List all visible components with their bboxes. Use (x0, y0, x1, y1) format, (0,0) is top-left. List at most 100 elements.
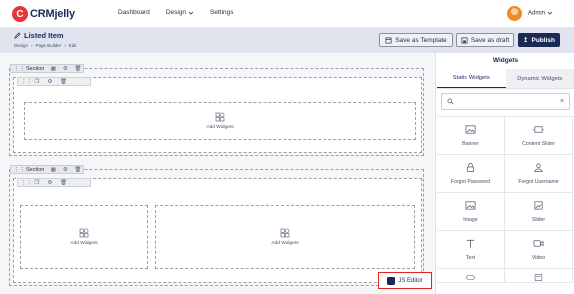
video-icon (533, 240, 544, 247)
widget-tile[interactable] (437, 269, 505, 283)
text-icon (466, 239, 475, 248)
row-block[interactable]: ⋮⋮ ❐ ⚙ 🗑 Add Widgets Add Widgets (13, 178, 422, 283)
nav-design[interactable]: Design (166, 9, 194, 16)
logo-text-part2: jelly (54, 8, 75, 20)
layout-icon[interactable]: ▦ (50, 66, 56, 72)
column-dropzone[interactable]: Add Widgets (20, 205, 148, 269)
widget-tile[interactable]: Content Slider (505, 117, 573, 155)
avatar[interactable] (507, 6, 522, 21)
layout-icon[interactable]: ▦ (50, 167, 56, 173)
logo-text: CRMjelly (30, 8, 75, 20)
drag-handle-icon[interactable]: ⋮⋮ (14, 66, 25, 72)
widget-tile[interactable]: Image (437, 193, 505, 231)
publish-button[interactable]: ↥ Publish (518, 33, 560, 47)
js-editor-button[interactable]: JS Editor (378, 272, 432, 289)
slider-icon (533, 126, 544, 133)
widget-tile[interactable]: Banner (437, 117, 505, 155)
tab-dynamic-widgets[interactable]: Dynamic Widgets (505, 69, 574, 88)
chevron-down-icon (188, 11, 194, 15)
widget-tile[interactable]: Video (505, 231, 573, 269)
nav-dashboard[interactable]: Dashboard (118, 9, 150, 16)
widgets-tabs: Static Widgets Dynamic Widgets (437, 69, 574, 89)
widget-tile[interactable]: Slider (505, 193, 573, 231)
drag-handle-icon[interactable]: ⋮⋮ (21, 180, 32, 186)
column-dropzone[interactable]: Add Widgets (24, 102, 416, 140)
breadcrumb: Design › Page Builder › Edit (14, 43, 77, 48)
copy-icon[interactable]: ❐ (34, 180, 40, 186)
top-navbar: C CRMjelly Dashboard Design Settings Adm… (0, 0, 574, 28)
breadcrumb-separator: › (31, 43, 33, 48)
widget-tile[interactable]: Forgot Password (437, 155, 505, 193)
chevron-down-icon (547, 11, 552, 15)
save-as-template-label: Save as Template (395, 36, 447, 44)
widget-tile[interactable]: Text (437, 231, 505, 269)
drag-handle-icon[interactable]: ⋮⋮ (14, 167, 25, 173)
section-label: Section (26, 166, 45, 173)
widget-label: Forgot Username (518, 179, 559, 185)
gear-icon[interactable]: ⚙ (47, 79, 53, 85)
column-dropzone[interactable]: Add Widgets (155, 205, 415, 269)
copy-icon[interactable]: ❐ (34, 79, 40, 85)
logo-text-part1: CRM (30, 8, 55, 20)
breadcrumb-item[interactable]: Page Builder (36, 43, 62, 48)
clear-search-icon[interactable]: × (560, 98, 564, 105)
page-header: Listed Item Design › Page Builder › Edit… (0, 28, 574, 53)
user-icon (534, 163, 543, 172)
widget-label: Slider (531, 217, 546, 223)
page-title-text: Listed Item (24, 31, 64, 40)
widget-label: Content Slider (522, 141, 555, 147)
user-menu[interactable]: Admin (528, 10, 553, 17)
slider-icon (534, 201, 543, 210)
drag-handle-icon[interactable]: ⋮⋮ (21, 79, 32, 85)
publish-label: Publish (531, 36, 555, 44)
widgets-panel-title: Widgets (492, 57, 519, 64)
nav-settings[interactable]: Settings (210, 9, 234, 16)
save-as-template-button[interactable]: Save as Template (379, 33, 453, 47)
widget-tile[interactable] (505, 269, 573, 283)
breadcrumb-item[interactable]: Design (14, 43, 28, 48)
widget-tile[interactable]: Forgot Username (505, 155, 573, 193)
gear-icon[interactable]: ⚙ (62, 66, 68, 72)
lock-icon (466, 163, 475, 172)
row-block[interactable]: ⋮⋮ ❐ ⚙ 🗑 Add Widgets (13, 77, 422, 153)
builder-canvas: ⋮⋮ Section ▦ ⚙ 🗑 ⋮⋮ ❐ ⚙ 🗑 Add Widgets ⋮⋮… (0, 53, 436, 294)
nav-design-label: Design (165, 9, 187, 16)
pencil-icon (14, 32, 21, 39)
tab-static-widgets[interactable]: Static Widgets (437, 69, 506, 88)
section-block[interactable]: ⋮⋮ Section ▦ ⚙ 🗑 ⋮⋮ ❐ ⚙ 🗑 Add Widgets Ad… (9, 165, 424, 286)
save-as-draft-label: Save as draft (470, 36, 510, 44)
upload-icon: ↥ (523, 37, 529, 44)
trash-icon[interactable]: 🗑 (60, 79, 67, 85)
widget-search-input[interactable]: × (441, 93, 570, 110)
trash-icon[interactable]: 🗑 (74, 167, 81, 173)
section-block[interactable]: ⋮⋮ Section ▦ ⚙ 🗑 ⋮⋮ ❐ ⚙ 🗑 Add Widgets (9, 64, 424, 156)
user-menu-label: Admin (528, 10, 546, 17)
image-icon (465, 201, 476, 210)
widget-label: Image (463, 217, 478, 223)
row-toolbar: ⋮⋮ ❐ ⚙ 🗑 (17, 77, 91, 86)
crmjelly-logo[interactable]: C CRMjelly (12, 5, 75, 23)
add-widgets-label: Add Widgets (70, 241, 98, 246)
gear-icon[interactable]: ⚙ (47, 180, 53, 186)
widget-label: Forgot Password (450, 179, 491, 185)
gear-icon[interactable]: ⚙ (62, 167, 68, 173)
js-editor-label: JS Editor (398, 277, 423, 284)
widget-label: Text (465, 255, 476, 261)
search-icon (447, 98, 454, 105)
add-widgets-icon (280, 228, 290, 238)
row-toolbar: ⋮⋮ ❐ ⚙ 🗑 (17, 178, 91, 187)
widget-label: Video (531, 255, 546, 261)
main-nav: Dashboard Design Settings (118, 9, 234, 16)
form-icon (534, 274, 543, 281)
trash-icon[interactable]: 🗑 (74, 66, 81, 72)
save-as-draft-button[interactable]: Save as draft (456, 33, 514, 47)
section-label: Section (26, 65, 45, 72)
breadcrumb-item: Edit (68, 43, 77, 48)
button-icon (466, 275, 475, 280)
widgets-panel: Widgets Static Widgets Dynamic Widgets ×… (437, 53, 574, 294)
image-icon (465, 125, 476, 134)
breadcrumb-separator: › (64, 43, 66, 48)
trash-icon[interactable]: 🗑 (60, 180, 67, 186)
add-widgets-icon (215, 112, 225, 122)
section-toolbar: ⋮⋮ Section ▦ ⚙ 🗑 (10, 64, 85, 73)
